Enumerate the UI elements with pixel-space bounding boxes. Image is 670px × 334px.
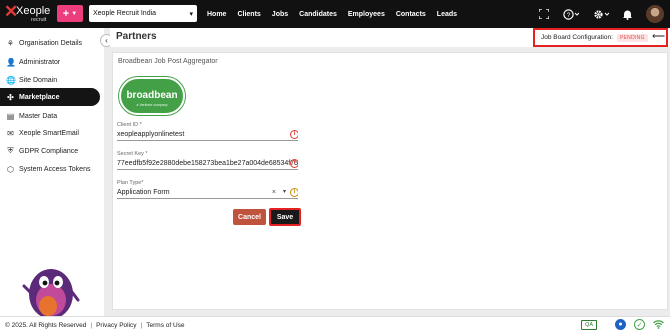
puzzle-icon: ✣	[7, 92, 14, 102]
page-title: Partners	[116, 31, 157, 42]
sidebar-item-label: Marketplace	[19, 93, 60, 101]
job-board-configuration: Job Board Configuration: PENDING	[533, 28, 668, 47]
help-icon[interactable]: ?	[563, 8, 579, 20]
nav-home[interactable]: Home	[207, 11, 226, 18]
plan-type-select[interactable]: Application Form × ▾ i	[117, 187, 298, 199]
status-badge: PENDING	[616, 33, 648, 42]
check-icon[interactable]: ✓	[634, 319, 645, 330]
client-id-value: xeopleapplyonlinetest	[117, 131, 185, 138]
nav-candidates[interactable]: Candidates	[299, 11, 337, 18]
info-icon[interactable]: i	[290, 188, 298, 197]
globe-icon: 🌐	[6, 75, 16, 85]
token-icon: ⬡	[7, 164, 14, 174]
sidebar-item-system-access-tokens[interactable]: ⬡ System Access Tokens	[0, 160, 100, 178]
nav-jobs[interactable]: Jobs	[272, 11, 288, 18]
main-nav: Home Clients Jobs Candidates Employees C…	[207, 0, 468, 28]
secret-key-field: Secret Key * 77eedfb5f92e2880debe158273b…	[117, 151, 298, 170]
clear-icon[interactable]: ×	[272, 187, 276, 198]
sidebar-item-master-data[interactable]: ▤ Master Data	[0, 107, 100, 125]
card-title: Broadbean Job Post Aggregator	[118, 58, 218, 65]
chevron-down-icon: ▾	[189, 10, 193, 18]
plus-icon: +	[62, 7, 70, 20]
environment-badge: QA	[581, 319, 597, 330]
broadbean-logo-sub: a Veritone company	[136, 103, 168, 107]
company-select-value: Xeople Recruit India	[93, 10, 157, 17]
client-id-label: Client ID *	[117, 122, 142, 128]
terms-of-use-link[interactable]: Terms of Use	[146, 322, 184, 329]
privacy-policy-link[interactable]: Privacy Policy	[96, 322, 136, 329]
avatar[interactable]	[646, 5, 664, 23]
document-icon: ▤	[6, 111, 15, 121]
plan-type-value: Application Form	[117, 189, 170, 196]
shield-icon: ⛨	[7, 146, 14, 155]
sidebar-item-administrator[interactable]: 👤 Administrator	[0, 53, 100, 71]
settings-icon[interactable]	[593, 9, 609, 20]
sidebar-item-organisation-details[interactable]: ⚘ Organisation Details	[0, 34, 100, 52]
copyright: © 2025. All Rights Reserved	[5, 322, 87, 329]
page-header: Partners Job Board Configuration: PENDIN…	[110, 28, 670, 47]
user-icon: 👤	[6, 57, 16, 67]
chevron-down-icon[interactable]: ▾	[283, 187, 286, 198]
fullscreen-icon[interactable]	[539, 9, 549, 19]
sidebar-item-label: Administrator	[19, 58, 61, 66]
secret-key-input[interactable]: 77eedfb5f92e2880debe158273bea1be27a004de…	[117, 158, 298, 170]
sidebar-item-smartemail[interactable]: ✉ Xeople SmartEmail	[0, 124, 100, 142]
sidebar-item-gdpr-compliance[interactable]: ⛨ GDPR Compliance	[0, 142, 100, 160]
company-select[interactable]: Xeople Recruit India ▾	[89, 5, 197, 22]
footer-icons: QA ● ✓	[581, 319, 664, 330]
info-icon[interactable]: i	[290, 159, 298, 168]
secret-key-value: 77eedfb5f92e2880debe158273bea1be27a004de…	[117, 160, 298, 167]
partner-config-card: Broadbean Job Post Aggregator broadbean …	[112, 52, 668, 310]
sidebar-item-label: GDPR Compliance	[19, 147, 79, 155]
job-board-config-label: Job Board Configuration:	[541, 34, 613, 41]
logo-word: Xeople	[16, 5, 51, 17]
email-icon: ✉	[7, 128, 14, 138]
save-button[interactable]: Save	[269, 208, 301, 226]
sidebar: ⚘ Organisation Details 👤 Administrator 🌐…	[0, 28, 104, 334]
sidebar-item-site-domain[interactable]: 🌐 Site Domain	[0, 71, 100, 89]
sidebar-item-label: Organisation Details	[19, 39, 83, 47]
top-navbar: ✕ Xeople recruit + ▼ Xeople Recruit India…	[0, 0, 670, 28]
footer-divider: |	[140, 322, 143, 329]
chevron-left-icon: ‹	[105, 36, 108, 45]
footer: © 2025. All Rights Reserved | Privacy Po…	[0, 316, 670, 334]
quick-add-button[interactable]: + ▼	[57, 5, 83, 22]
xeople-logo[interactable]: ✕ Xeople recruit	[4, 3, 54, 25]
cancel-button[interactable]: Cancel	[233, 209, 266, 225]
svg-text:?: ?	[567, 12, 571, 19]
plan-type-label: Plan Type*	[117, 180, 144, 186]
bell-icon[interactable]	[623, 9, 632, 20]
chevron-down-icon: ▼	[71, 10, 78, 17]
sidebar-item-label: Site Domain	[19, 76, 58, 84]
top-icons: ?	[525, 0, 670, 28]
back-arrow-icon[interactable]: ⟵	[652, 31, 665, 42]
wifi-icon[interactable]	[653, 319, 664, 330]
nav-contacts[interactable]: Contacts	[396, 11, 426, 18]
client-id-input[interactable]: xeopleapplyonlinetest i	[117, 129, 298, 141]
user-status-icon[interactable]: ●	[615, 319, 626, 330]
org-icon: ⚘	[6, 38, 15, 48]
broadbean-logo-text: broadbean	[126, 90, 178, 101]
footer-divider: |	[90, 322, 93, 329]
nav-employees[interactable]: Employees	[348, 11, 385, 18]
plan-type-field: Plan Type* Application Form × ▾ i	[117, 180, 298, 199]
logo-sub: recruit	[31, 17, 47, 23]
secret-key-label: Secret Key *	[117, 151, 148, 157]
sidebar-item-label: Master Data	[19, 112, 58, 120]
nav-leads[interactable]: Leads	[437, 11, 457, 18]
sidebar-item-label: System Access Tokens	[19, 165, 91, 173]
nav-clients[interactable]: Clients	[237, 11, 260, 18]
broadbean-logo: broadbean a Veritone company	[119, 77, 185, 115]
sidebar-item-label: Xeople SmartEmail	[19, 129, 79, 137]
client-id-field: Client ID * xeopleapplyonlinetest i	[117, 122, 298, 141]
info-icon[interactable]: i	[290, 130, 298, 139]
sidebar-item-marketplace[interactable]: ✣ Marketplace	[0, 88, 100, 106]
